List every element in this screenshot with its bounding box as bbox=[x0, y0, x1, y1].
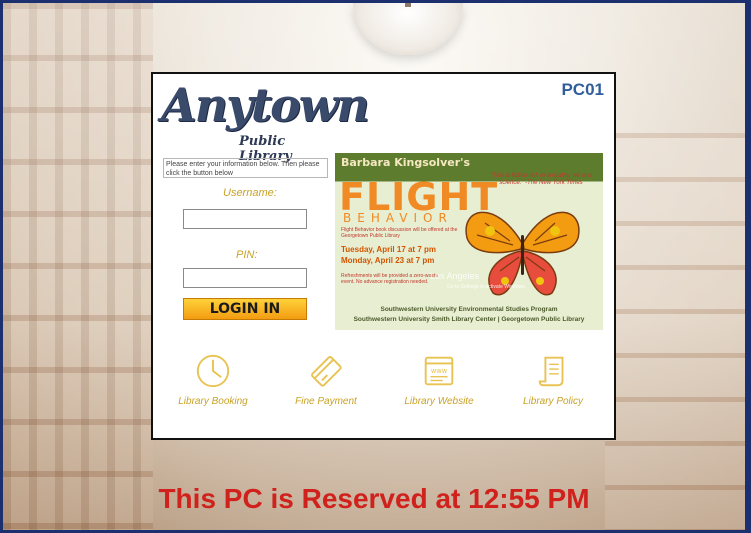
poster-subtitle: BEHAVIOR bbox=[343, 211, 453, 225]
poster-date-2: Monday, April 23 at 7 pm bbox=[341, 256, 435, 265]
logo-name: Anytown bbox=[161, 78, 370, 132]
fine-payment-label: Fine Payment bbox=[295, 396, 357, 407]
event-poster: Barbara Kingsolver's FLIGHT BEHAVIOR "Th… bbox=[335, 153, 603, 330]
username-input[interactable] bbox=[183, 209, 307, 229]
website-icon: www bbox=[424, 356, 454, 386]
pin-label: PIN: bbox=[236, 249, 258, 261]
library-logo: Anytown Public Library bbox=[161, 78, 370, 164]
desktop-background: Anytown Public Library PC01 Please enter… bbox=[3, 3, 745, 530]
poster-quote: "This is fiction rich in empathy, wit an… bbox=[490, 173, 592, 186]
watermark-subtext: Go to Settings to activate Windows. bbox=[447, 284, 526, 290]
reserved-message: This PC is Reserved at 12:55 PM bbox=[158, 483, 590, 514]
library-policy-label: Library Policy bbox=[522, 396, 584, 407]
fine-payment-link[interactable]: Fine Payment bbox=[276, 352, 376, 407]
poster-blurb: Flight Behavior book discussion will be … bbox=[341, 227, 458, 239]
poster-date-1: Tuesday, April 17 at 7 pm bbox=[341, 245, 436, 254]
svg-text:www: www bbox=[431, 367, 448, 375]
library-website-label: Library Website bbox=[404, 396, 474, 407]
poster-org-2: Southwestern University Smith Library Ce… bbox=[353, 316, 585, 323]
watermark-text: Los Angeles bbox=[430, 271, 480, 281]
login-button[interactable]: LOGIN IN bbox=[183, 298, 307, 320]
credit-card-icon bbox=[311, 356, 342, 387]
scroll-icon bbox=[538, 356, 564, 387]
login-instructions: Please enter your information below. The… bbox=[163, 158, 328, 178]
library-booking-link[interactable]: Library Booking bbox=[163, 352, 263, 407]
library-policy-link[interactable]: Library Policy bbox=[503, 352, 603, 407]
library-website-link[interactable]: www Library Website bbox=[389, 352, 489, 407]
quick-links: Library Booking Fine Payment www Library… bbox=[153, 352, 614, 422]
poster-org-1: Southwestern University Environmental St… bbox=[380, 306, 558, 313]
library-booking-label: Library Booking bbox=[178, 396, 248, 407]
clock-icon bbox=[196, 354, 230, 388]
username-label: Username: bbox=[223, 187, 277, 199]
pc-id: PC01 bbox=[561, 80, 604, 99]
poster-author: Barbara Kingsolver's bbox=[341, 156, 471, 169]
login-panel: Anytown Public Library PC01 Please enter… bbox=[151, 72, 616, 440]
pin-input[interactable] bbox=[183, 268, 307, 288]
